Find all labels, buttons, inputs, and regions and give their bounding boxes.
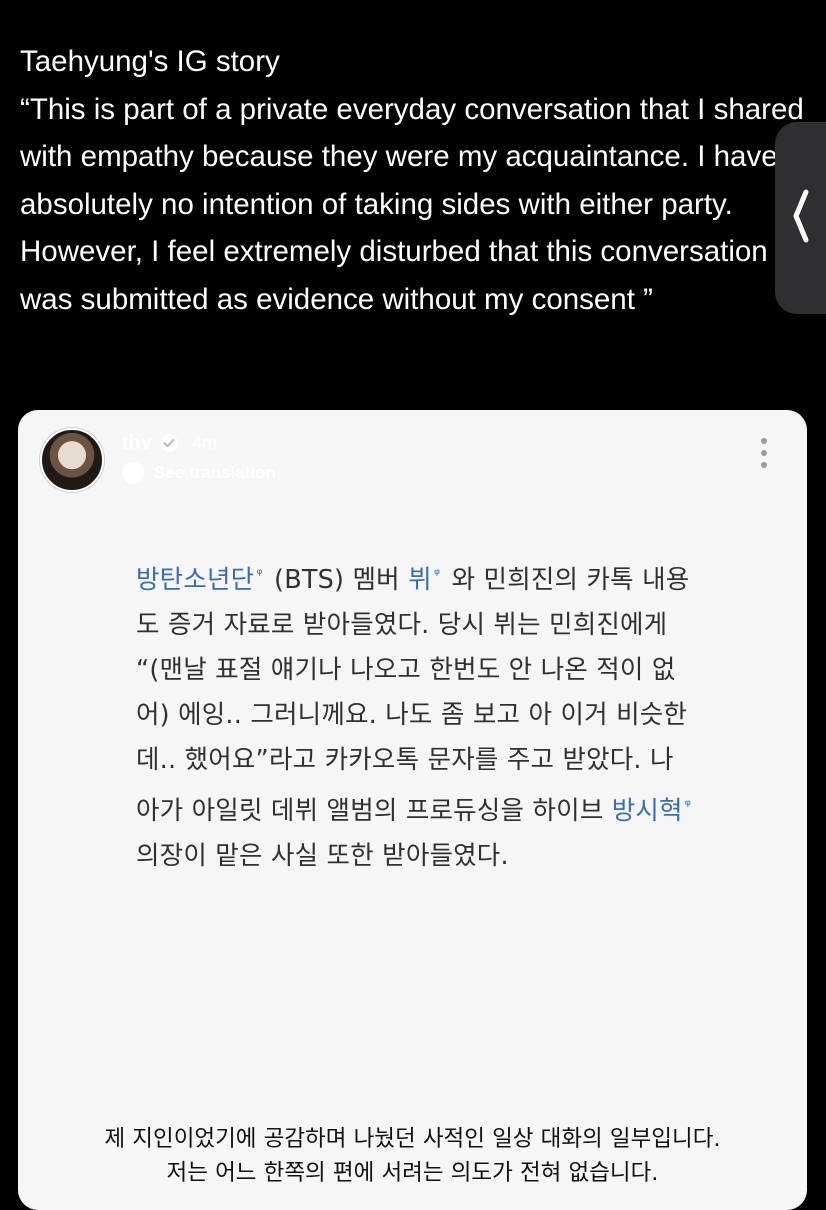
v-link[interactable]: 뷔: [408, 565, 432, 595]
story-caption: 제 지인이었기에 공감하며 나눴던 사적인 일상 대화의 일부입니다. 저는 어…: [18, 1122, 807, 1190]
story-caption-line-2: 저는 어느 한쪽의 편에 서려는 의도가 전혀 없습니다.: [166, 1160, 659, 1186]
username[interactable]: thv: [122, 432, 152, 455]
article-excerpt: 방탄소년단 ᵠ (BTS) 멤버 뷔ᵠ 와 민희진의 카톡 내용도 증거 자료로 …: [136, 552, 696, 879]
chevron-left-icon: [793, 189, 809, 243]
search-icon: ᵠ: [433, 565, 441, 583]
avatar[interactable]: [40, 428, 104, 492]
story-header: thv 4m: [122, 428, 217, 458]
article-text-part3: 의장이 맡은 사실 또한 받아들였다.: [136, 841, 509, 871]
bts-link[interactable]: 방탄소년단: [136, 565, 254, 595]
more-vertical-icon[interactable]: [756, 436, 772, 470]
post-text: Taehyung's IG story “This is part of a p…: [20, 45, 804, 316]
side-panel-handle[interactable]: [775, 122, 826, 314]
verified-badge-icon: [160, 434, 178, 452]
story-screenshot-card: thv 4m See translation 방탄소년단 ᵠ (BTS) 멤버 뷔…: [18, 410, 807, 1210]
article-text-part2: 와 민희진의 카톡 내용도 증거 자료로 받아들였다. 당시 뷔는 민희진에게 …: [136, 565, 690, 826]
search-icon: ᵠ: [256, 565, 263, 583]
translate-icon: [122, 462, 144, 484]
story-caption-line-1: 제 지인이었기에 공감하며 나눴던 사적인 일상 대화의 일부입니다.: [104, 1126, 721, 1152]
article-text-part1: (BTS) 멤버: [265, 565, 409, 595]
bang-si-hyuk-link[interactable]: 방시혁: [612, 796, 683, 826]
see-translation-label: See translation: [154, 463, 276, 482]
see-translation[interactable]: See translation: [122, 462, 276, 484]
search-icon: ᵠ: [684, 796, 692, 814]
story-time: 4m: [192, 432, 218, 453]
